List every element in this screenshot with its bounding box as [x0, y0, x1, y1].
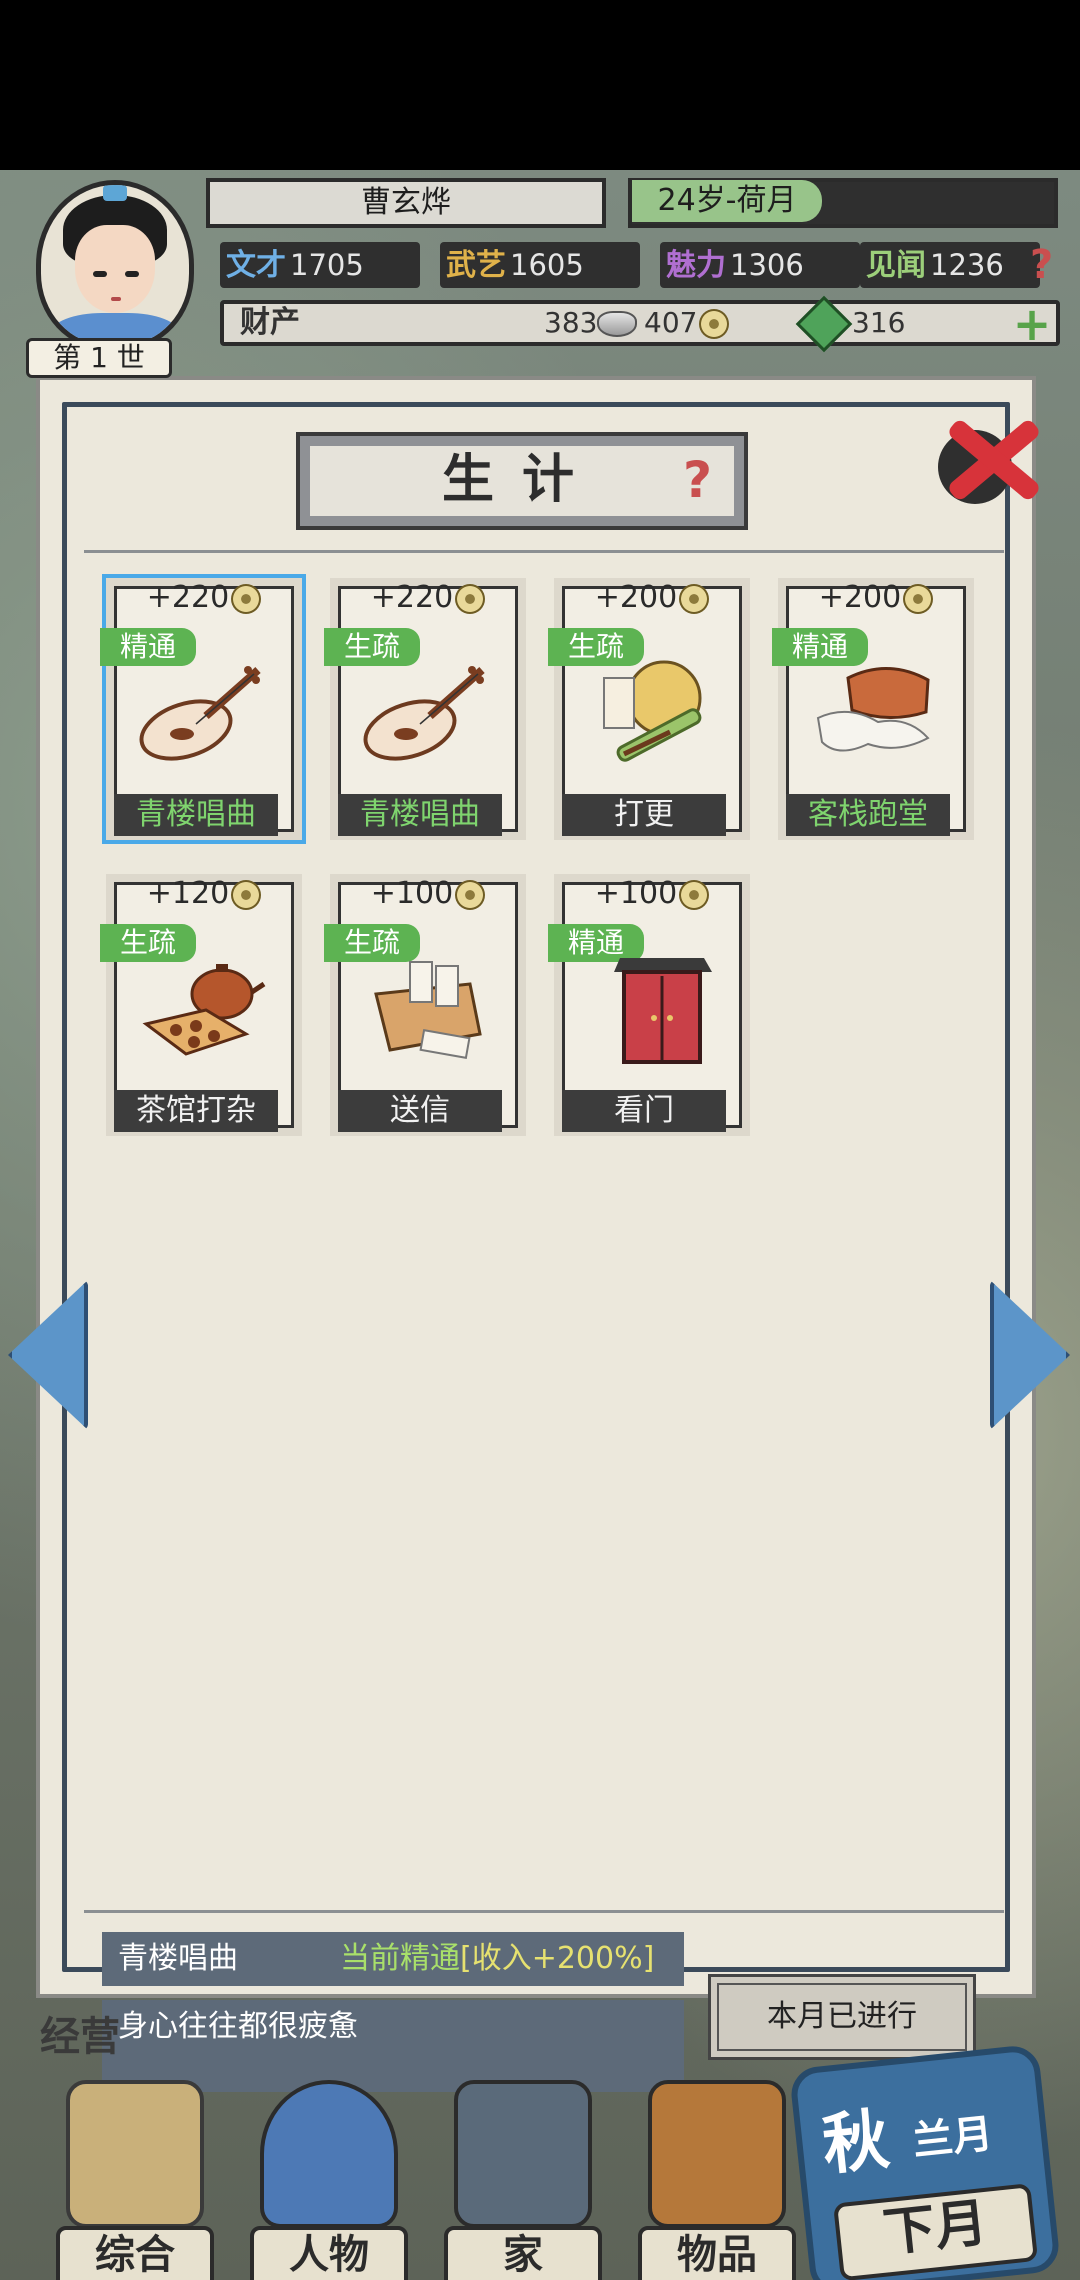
job-name: 青楼唱曲 [338, 794, 502, 836]
section-label: 经营 [40, 2014, 120, 2060]
age-month-bar: 24岁-荷月 [628, 178, 1058, 228]
coin-icon [679, 583, 710, 614]
teapot-icon [142, 964, 266, 1056]
gate-icon [614, 958, 712, 1064]
next-month-button[interactable]: 下月 [833, 2183, 1039, 2280]
job-name: 茶馆打杂 [114, 1090, 278, 1132]
silver-amount: 383 [544, 304, 638, 342]
month-label: 兰月 [910, 2110, 995, 2165]
job-name: 送信 [338, 1090, 502, 1132]
job-card[interactable]: +120 生疏 茶馆打杂 [100, 874, 302, 1136]
person-icon [260, 2080, 398, 2228]
coin-icon [699, 309, 730, 339]
letters-icon [374, 961, 482, 1060]
age-month-label: 24岁-荷月 [632, 180, 822, 222]
gong-icon [603, 660, 702, 762]
add-currency-button[interactable]: + [1010, 301, 1054, 348]
character-portrait[interactable] [36, 180, 194, 350]
character-name: 曹玄烨 [206, 178, 606, 228]
job-card[interactable]: +220 生疏 青楼唱曲 [324, 578, 526, 840]
selected-job-header: 青楼唱曲 当前精通[收入+200%] [102, 1932, 684, 1986]
pipa-icon [139, 666, 261, 761]
job-card[interactable]: +200 精通 客栈跑堂 [772, 578, 974, 840]
selected-job-name: 青楼唱曲 [118, 1941, 238, 1976]
close-icon[interactable] [938, 410, 1042, 506]
coin-icon [679, 879, 710, 910]
job-card[interactable]: +200 生疏 打更 [548, 578, 750, 840]
nav-character[interactable]: 人物 [230, 2070, 420, 2280]
skill-status: 当前精通[收入+200%] [340, 1941, 655, 1976]
job-name: 打更 [562, 794, 726, 836]
question-icon[interactable]: ? [683, 450, 712, 510]
nav-home[interactable]: 家 [424, 2070, 614, 2280]
coin-amount: 407 [644, 304, 730, 342]
job-card[interactable]: +220 精通 青楼唱曲 [100, 574, 306, 844]
season-label: 秋 [818, 2100, 893, 2185]
job-name: 客栈跑堂 [786, 794, 950, 836]
jade-amount: 316 [795, 295, 905, 353]
coin-icon [231, 879, 262, 910]
generation-badge: 第 1 世 [26, 338, 172, 378]
stats-row: 文才 1705 武艺 1605 魅力 1306 见闻 1236 [220, 242, 1080, 292]
nav-items[interactable]: 物品 [618, 2070, 808, 2280]
game-screen: 第 1 世 曹玄烨 24岁-荷月 文才 1705 武艺 1605 魅力 1306 见闻… [0, 170, 1080, 2280]
nav-overview[interactable]: 综合 [36, 2070, 226, 2280]
gourd-icon [648, 2080, 786, 2228]
job-name: 看门 [562, 1090, 726, 1132]
panel-title-plate: 生计 ? [296, 432, 748, 530]
stat-literary: 文才 1705 [220, 242, 420, 288]
job-name: 青楼唱曲 [114, 794, 278, 836]
job-card[interactable]: +100 精通 看门 [548, 874, 750, 1136]
panel-title: 生计 [441, 450, 602, 510]
scroll-icon [66, 2080, 204, 2228]
coin-icon [455, 583, 486, 614]
stat-martial: 武艺 1605 [440, 242, 640, 288]
house-icon [454, 2080, 592, 2228]
coin-icon [455, 879, 486, 910]
stats-help-icon[interactable]: ? [1030, 242, 1070, 288]
pipa-icon [363, 666, 485, 761]
cloth-icon [816, 667, 930, 752]
season-panel[interactable]: 秋 兰月 下月 [788, 2043, 1062, 2280]
stat-charm: 魅力 1306 [660, 242, 860, 288]
stat-knowledge: 见闻 1236 [860, 242, 1040, 288]
divider [84, 1910, 1004, 1913]
wealth-bar: 财产 383 407 316 [220, 295, 1060, 353]
coin-icon [903, 583, 934, 614]
jade-icon [795, 295, 853, 353]
coin-icon [231, 583, 262, 614]
silver-ingot-icon [597, 311, 638, 337]
work-action-button[interactable]: 本月已进行 [708, 1974, 976, 2060]
divider [84, 550, 1004, 553]
job-card[interactable]: +100 生疏 送信 [324, 874, 526, 1136]
wealth-label: 财产 [240, 305, 300, 340]
